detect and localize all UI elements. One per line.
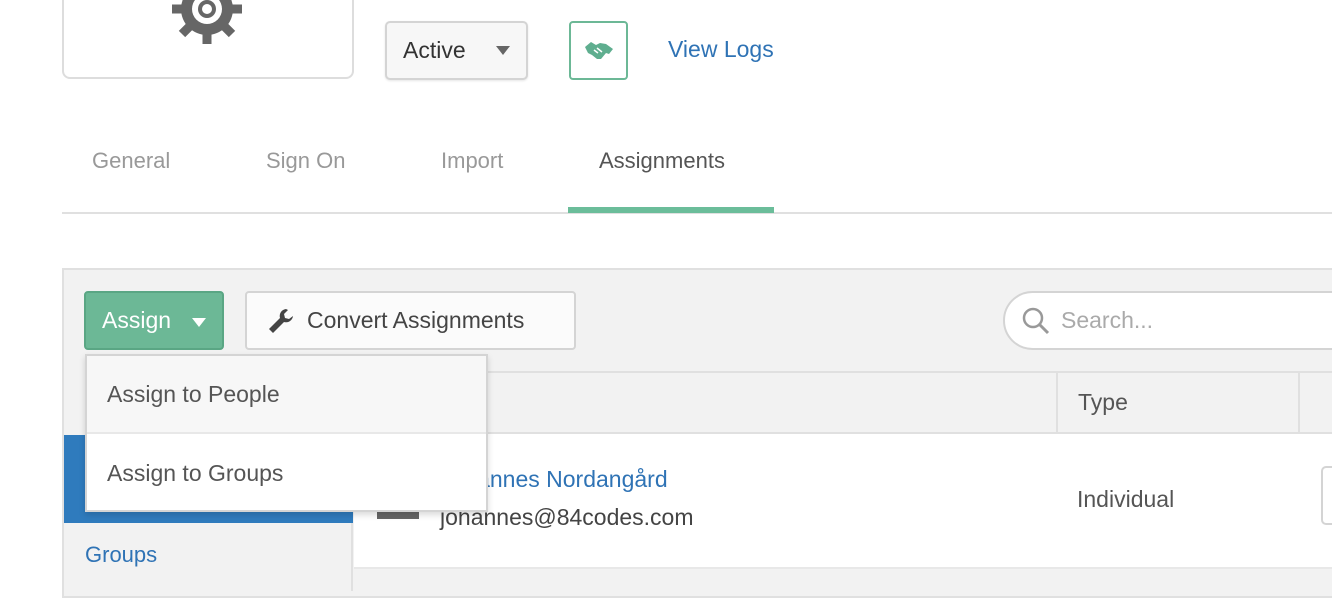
convert-assignments-button[interactable]: Convert Assignments	[245, 291, 576, 350]
table-header	[354, 371, 1332, 434]
gear-icon	[170, 0, 244, 46]
tab-assignments[interactable]: Assignments	[599, 148, 725, 174]
convert-label: Convert Assignments	[307, 307, 525, 333]
menu-item-assign-to-people[interactable]: Assign to People	[87, 356, 486, 434]
search-input[interactable]	[1061, 307, 1321, 334]
row-action-button[interactable]	[1321, 466, 1332, 525]
tab-import[interactable]: Import	[441, 148, 503, 174]
caret-down-icon	[496, 46, 510, 55]
status-value: Active	[403, 37, 466, 63]
handshake-icon	[584, 41, 613, 59]
provisioning-button[interactable]	[569, 21, 628, 80]
column-divider	[1298, 371, 1300, 434]
table-row	[354, 434, 1332, 569]
column-header-type[interactable]: Type	[1078, 389, 1128, 416]
assign-button[interactable]: Assign	[84, 291, 224, 350]
assign-dropdown-menu: Assign to People Assign to Groups	[85, 354, 488, 512]
view-logs-link[interactable]: View Logs	[668, 36, 774, 63]
status-select[interactable]: Active	[385, 21, 528, 80]
column-divider	[1056, 371, 1058, 434]
search-icon	[1022, 307, 1050, 334]
caret-down-icon	[192, 318, 206, 327]
tab-general[interactable]: General	[92, 148, 170, 174]
sidebar-item-groups[interactable]: Groups	[85, 542, 157, 568]
active-tab-indicator	[568, 207, 774, 213]
wrench-icon	[269, 308, 293, 333]
menu-item-assign-to-groups[interactable]: Assign to Groups	[87, 434, 486, 512]
assign-label: Assign	[102, 307, 172, 333]
search-box[interactable]	[1003, 291, 1332, 350]
tab-sign-on[interactable]: Sign On	[266, 148, 346, 174]
assignment-type: Individual	[1077, 486, 1175, 512]
